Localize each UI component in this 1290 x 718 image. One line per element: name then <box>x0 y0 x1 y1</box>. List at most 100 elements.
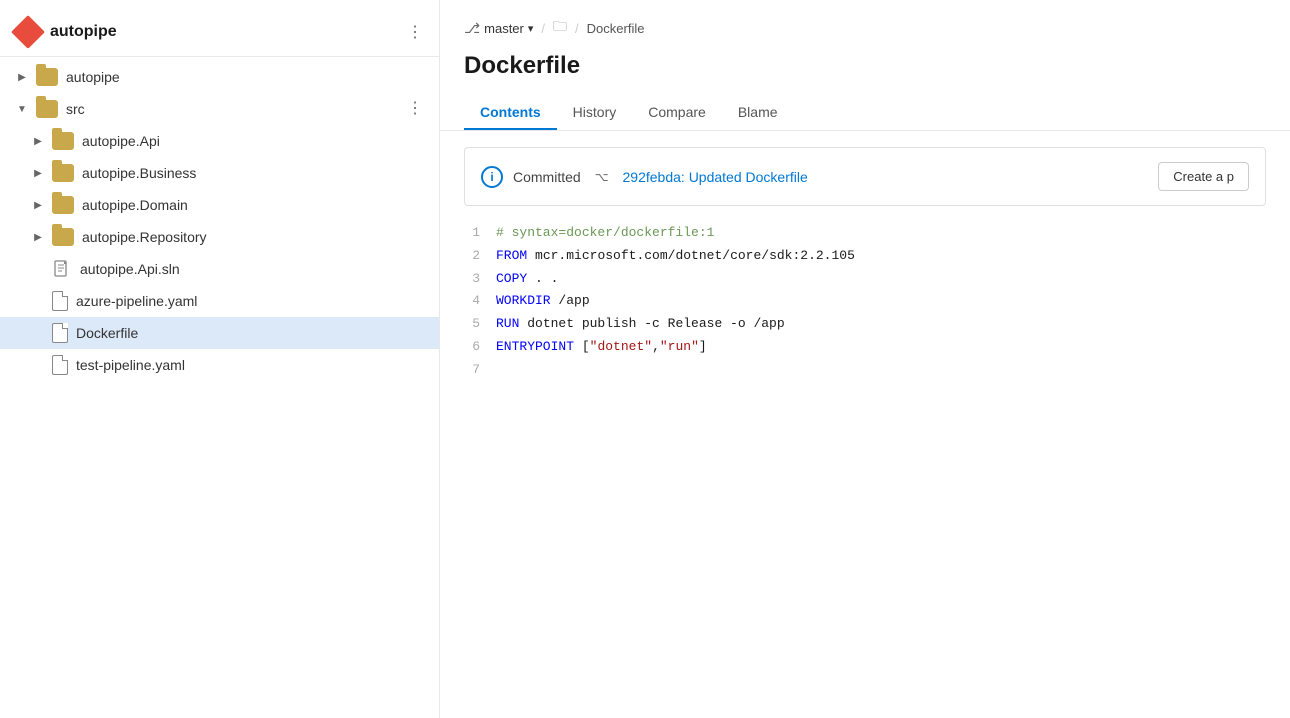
chevron-right-icon <box>28 131 48 151</box>
code-container: 1 # syntax=docker/dockerfile:1 2 FROM mc… <box>464 222 1266 382</box>
code-text: . . <box>535 271 558 286</box>
code-content: # syntax=docker/dockerfile:1 <box>496 223 714 244</box>
logo-text: autopipe <box>50 23 117 41</box>
folder-icon <box>52 228 74 246</box>
tab-history[interactable]: History <box>557 96 633 130</box>
chevron-right-icon <box>28 227 48 247</box>
sln-file-icon <box>52 259 72 279</box>
breadcrumb-separator: / <box>541 21 545 36</box>
breadcrumb: ⎇ master ▾ / 🗀 / Dockerfile <box>464 16 1266 40</box>
breadcrumb-file-name: Dockerfile <box>587 21 645 36</box>
line-number: 1 <box>464 223 480 244</box>
line-number: 3 <box>464 269 480 290</box>
sidebar-item-autopipe-domain[interactable]: autopipe.Domain <box>0 189 439 221</box>
code-line-4: 4 WORKDIR /app <box>464 290 1266 313</box>
logo-more-button[interactable]: ⋮ <box>407 22 423 42</box>
code-text: , <box>652 339 660 354</box>
code-text: mcr.microsoft.com/dotnet/core/sdk:2.2.10… <box>535 248 855 263</box>
folder-icon <box>52 164 74 182</box>
code-line-5: 5 RUN dotnet publish -c Release -o /app <box>464 313 1266 336</box>
sidebar-item-label: autopipe.Api <box>82 133 160 149</box>
code-content: RUN dotnet publish -c Release -o /app <box>496 314 785 335</box>
line-number: 2 <box>464 246 480 267</box>
commit-hash-link[interactable]: 292febda: Updated Dockerfile <box>623 169 808 185</box>
line-number: 5 <box>464 314 480 335</box>
tab-contents[interactable]: Contents <box>464 96 557 130</box>
code-line-1: 1 # syntax=docker/dockerfile:1 <box>464 222 1266 245</box>
sidebar-item-label: src <box>66 101 85 117</box>
git-commit-icon: ⌥ <box>595 170 609 184</box>
code-content: COPY . . <box>496 269 558 290</box>
code-content: ENTRYPOINT ["dotnet","run"] <box>496 337 707 358</box>
main-header: ⎇ master ▾ / 🗀 / Dockerfile Dockerfile C… <box>440 0 1290 131</box>
sidebar-item-test-pipeline[interactable]: test-pipeline.yaml <box>0 349 439 381</box>
sidebar-item-autopipe-api-sln[interactable]: autopipe.Api.sln <box>0 253 439 285</box>
main-body: i Committed ⌥ 292febda: Updated Dockerfi… <box>440 131 1290 718</box>
chevron-down-icon <box>12 99 32 119</box>
committed-label: Committed <box>513 169 581 185</box>
create-pull-request-button[interactable]: Create a p <box>1158 162 1249 191</box>
keyword-from: FROM <box>496 248 527 263</box>
sidebar-item-label: azure-pipeline.yaml <box>76 293 197 309</box>
breadcrumb-folder-icon: 🗀 <box>553 16 567 40</box>
sidebar-item-src[interactable]: src ⋮ <box>0 93 439 125</box>
keyword-run: RUN <box>496 316 519 331</box>
logo-area: autopipe ⋮ <box>0 8 439 57</box>
dockerfile-icon <box>52 323 68 343</box>
line-number: 6 <box>464 337 480 358</box>
branch-selector[interactable]: ⎇ master ▾ <box>464 20 533 37</box>
string-dotnet: "dotnet" <box>590 339 652 354</box>
keyword-entrypoint: ENTRYPOINT <box>496 339 574 354</box>
code-line-2: 2 FROM mcr.microsoft.com/dotnet/core/sdk… <box>464 245 1266 268</box>
code-text: /app <box>558 293 589 308</box>
commit-banner: i Committed ⌥ 292febda: Updated Dockerfi… <box>464 147 1266 206</box>
sidebar-item-dockerfile[interactable]: Dockerfile <box>0 317 439 349</box>
sidebar-item-autopipe-business[interactable]: autopipe.Business <box>0 157 439 189</box>
main-content: ⎇ master ▾ / 🗀 / Dockerfile Dockerfile C… <box>440 0 1290 718</box>
line-number: 7 <box>464 360 480 381</box>
folder-icon <box>36 100 58 118</box>
sidebar-item-label: Dockerfile <box>76 325 138 341</box>
sidebar-item-autopipe-repository[interactable]: autopipe.Repository <box>0 221 439 253</box>
folder-icon <box>36 68 58 86</box>
string-run: "run" <box>660 339 699 354</box>
chevron-right-icon <box>12 67 32 87</box>
code-line-6: 6 ENTRYPOINT ["dotnet","run"] <box>464 336 1266 359</box>
code-line-3: 3 COPY . . <box>464 268 1266 291</box>
sidebar-item-label: autopipe.Business <box>82 165 196 181</box>
logo-icon <box>11 15 45 49</box>
branch-chevron-icon: ▾ <box>528 22 534 35</box>
code-line-7: 7 <box>464 359 1266 382</box>
code-text: ] <box>699 339 707 354</box>
folder-icon <box>52 196 74 214</box>
code-content: FROM mcr.microsoft.com/dotnet/core/sdk:2… <box>496 246 855 267</box>
line-number: 4 <box>464 291 480 312</box>
sidebar-item-label: autopipe.Domain <box>82 197 188 213</box>
tab-bar: Contents History Compare Blame <box>464 96 1266 130</box>
yaml-file-icon <box>52 355 68 375</box>
info-icon: i <box>481 166 503 188</box>
sidebar-item-label: autopipe.Repository <box>82 229 207 245</box>
sidebar-item-label: autopipe.Api.sln <box>80 261 180 277</box>
tab-blame[interactable]: Blame <box>722 96 794 130</box>
code-text: [ <box>582 339 590 354</box>
branch-name: master <box>484 21 524 36</box>
chevron-right-icon <box>28 195 48 215</box>
chevron-right-icon <box>28 163 48 183</box>
tab-compare[interactable]: Compare <box>632 96 722 130</box>
sidebar: autopipe ⋮ autopipe src ⋮ autopipe.Api a… <box>0 0 440 718</box>
folder-icon <box>52 132 74 150</box>
keyword-workdir: WORKDIR <box>496 293 551 308</box>
breadcrumb-separator-2: / <box>575 21 579 36</box>
sidebar-item-label: test-pipeline.yaml <box>76 357 185 373</box>
sidebar-item-autopipe-api[interactable]: autopipe.Api <box>0 125 439 157</box>
code-text: dotnet publish -c Release -o /app <box>527 316 784 331</box>
sidebar-item-label: autopipe <box>66 69 120 85</box>
git-branch-icon: ⎇ <box>464 20 480 37</box>
code-content: WORKDIR /app <box>496 291 590 312</box>
file-title: Dockerfile <box>464 52 1266 80</box>
sidebar-item-autopipe-root[interactable]: autopipe <box>0 61 439 93</box>
sidebar-item-azure-pipeline[interactable]: azure-pipeline.yaml <box>0 285 439 317</box>
src-more-button[interactable]: ⋮ <box>403 101 427 117</box>
keyword-copy: COPY <box>496 271 527 286</box>
